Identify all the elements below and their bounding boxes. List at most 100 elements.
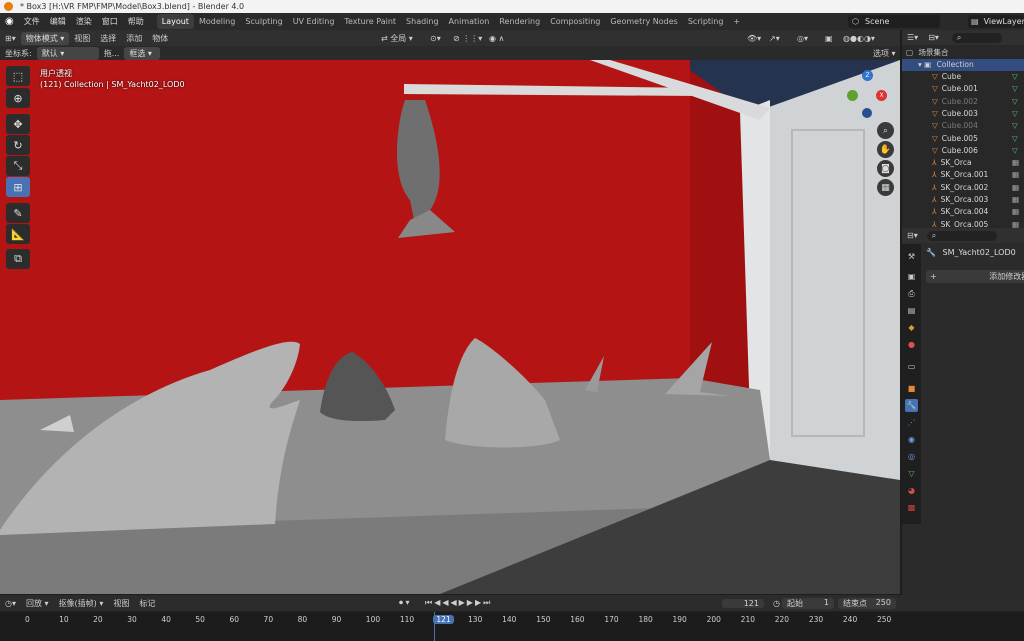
tab-geometry-nodes[interactable]: Geometry Nodes — [605, 14, 682, 29]
add-modifier-button[interactable]: + 添加修改器 — [926, 270, 1024, 283]
mesh-data-icon[interactable]: ▽ — [1012, 120, 1018, 132]
overlay-toggle-icon[interactable]: ◎▾ — [792, 34, 813, 43]
properties-search-icon[interactable]: ⌕ — [926, 230, 997, 241]
gizmo-z-axis[interactable]: Z — [862, 70, 873, 81]
scene-selector[interactable]: ⬡ Scene — [848, 15, 940, 28]
proportional-edit-icon[interactable]: ◉ ∧ — [484, 34, 509, 43]
keying-menu[interactable]: 抠像(插帧) ▾ — [54, 598, 109, 609]
rotate-icon[interactable]: ↻ — [6, 135, 30, 155]
view-layer-selector[interactable]: ▤ ViewLayer — [968, 15, 1024, 28]
particles-tab-icon[interactable]: ⋰ — [905, 416, 918, 429]
add-cube-icon[interactable]: ⧉ — [6, 249, 30, 269]
outliner-row[interactable]: ⅄ SK_Orca.002 ▦ — [902, 182, 1024, 194]
menu-file[interactable]: 文件 — [19, 13, 45, 30]
menu-add[interactable]: 添加 — [121, 33, 147, 44]
pose-data-icon[interactable]: ▦ — [1012, 194, 1019, 206]
menu-render[interactable]: 渲染 — [71, 13, 97, 30]
xray-icon[interactable]: ▣ — [820, 34, 838, 43]
gizmo-neg-z-axis[interactable] — [862, 108, 872, 118]
measure-icon[interactable]: 📐 — [6, 224, 30, 244]
navigation-gizmo[interactable]: Z X — [842, 68, 894, 120]
world-tab-icon[interactable]: ● — [905, 338, 918, 351]
modifier-tab-icon[interactable]: 🔧 — [905, 399, 918, 412]
pose-data-icon[interactable]: ▦ — [1012, 206, 1019, 218]
frame-ruler[interactable]: 0 10 20 30 40 50 60 70 80 90 100 110 121 130 140 150 160… — [0, 612, 1024, 641]
mesh-data-icon[interactable]: ▽ — [1012, 96, 1018, 108]
outliner-row[interactable]: ▽ Cube.004 ▽ — [902, 120, 1024, 132]
object-tab-icon[interactable]: ■ — [905, 382, 918, 395]
outliner-search-icon[interactable]: ⌕ — [951, 32, 1002, 43]
mesh-data-icon[interactable]: ▽ — [1012, 133, 1018, 145]
move-icon[interactable]: ✥ — [6, 114, 30, 134]
tab-sculpting[interactable]: Sculpting — [240, 14, 287, 29]
data-tab-icon[interactable]: ▽ — [905, 467, 918, 480]
texture-tab-icon[interactable]: ▩ — [905, 501, 918, 514]
collection-row[interactable]: ▾ ▣ Collection — [902, 59, 1024, 71]
material-tab-icon[interactable]: ◕ — [905, 484, 918, 497]
pivot-point-icon[interactable]: ⊙▾ — [425, 34, 446, 43]
coord-dropdown[interactable]: 默认 ▾ — [36, 46, 99, 60]
add-workspace-button[interactable]: + — [728, 14, 745, 29]
pose-data-icon[interactable]: ▦ — [1012, 169, 1019, 181]
menu-select[interactable]: 选择 — [95, 33, 121, 44]
mesh-data-icon[interactable]: ▽ — [1012, 83, 1018, 95]
mesh-data-icon[interactable]: ▽ — [1012, 145, 1018, 157]
pose-data-icon[interactable]: ▦ — [1012, 182, 1019, 194]
output-tab-icon[interactable]: ⎙ — [905, 287, 918, 300]
constraints-tab-icon[interactable]: ◎ — [905, 450, 918, 463]
timeline-view-menu[interactable]: 视图 — [108, 598, 134, 609]
pose-data-icon[interactable]: ▦ — [1012, 157, 1019, 169]
outliner-row[interactable]: ▽ Cube.006 ▽ — [902, 145, 1024, 157]
start-frame-field[interactable]: 起始 1 — [782, 597, 834, 609]
pan-hand-icon[interactable]: ✋ — [877, 141, 894, 158]
collection-tab-icon[interactable]: ▭ — [905, 360, 918, 373]
visibility-icon[interactable]: 👁▾ — [742, 34, 766, 43]
tab-modeling[interactable]: Modeling — [194, 14, 240, 29]
transform-orientation-dropdown[interactable]: ⇄ 全局 ▾ — [376, 33, 418, 44]
scene-collection-row[interactable]: ▢ 场景集合 — [902, 47, 1024, 59]
tab-layout[interactable]: Layout — [156, 14, 194, 29]
record-icon[interactable]: ⏺ ▾ — [394, 598, 415, 608]
drag-dropdown[interactable]: 框选 ▾ — [124, 46, 161, 60]
menu-object[interactable]: 物体 — [147, 33, 173, 44]
tab-uv-editing[interactable]: UV Editing — [288, 14, 340, 29]
properties-editor-icon[interactable]: ⊟▾ — [902, 231, 923, 240]
outliner-filter-icon[interactable]: ⊟▾ — [923, 33, 944, 42]
cursor-icon[interactable]: ⊕ — [6, 88, 30, 108]
tab-compositing[interactable]: Compositing — [545, 14, 605, 29]
outliner-row[interactable]: ⅄ SK_Orca.003 ▦ — [902, 194, 1024, 206]
view-layer-tab-icon[interactable]: ▤ — [905, 304, 918, 317]
physics-tab-icon[interactable]: ◉ — [905, 433, 918, 446]
transform-icon[interactable]: ⊞ — [6, 177, 30, 197]
marker-menu[interactable]: 标记 — [134, 598, 160, 609]
gizmo-x-axis[interactable]: X — [876, 90, 887, 101]
playback-menu[interactable]: 回放 ▾ — [21, 598, 54, 609]
end-frame-field[interactable]: 结束点 250 — [838, 597, 896, 609]
3d-viewport[interactable]: 用户透视 (121) Collection | SM_Yacht02_LOD0 … — [0, 60, 900, 594]
blender-menu-icon[interactable]: ◉ — [0, 13, 19, 30]
current-frame-field[interactable]: 121 — [722, 598, 764, 608]
shading-modes-icon[interactable]: ◍●◐◑▾ — [838, 34, 880, 43]
menu-edit[interactable]: 编辑 — [45, 13, 71, 30]
outliner-row[interactable]: ▽ Cube ▽ — [902, 71, 1024, 83]
annotate-icon[interactable]: ✎ — [6, 203, 30, 223]
tab-animation[interactable]: Animation — [444, 14, 495, 29]
outliner-row[interactable]: ▽ Cube.005 ▽ — [902, 133, 1024, 145]
outliner-row[interactable]: ⅄ SK_Orca ▦ — [902, 157, 1024, 169]
zoom-icon[interactable]: ⌕ — [877, 122, 894, 139]
select-box-icon[interactable]: ⬚ — [6, 66, 30, 86]
outliner-row[interactable]: ▽ Cube.001 ▽ — [902, 83, 1024, 95]
tab-texture-paint[interactable]: Texture Paint — [339, 14, 401, 29]
playback-controls-icon[interactable]: ⏮◀◀◀▶▶▶⏭ — [420, 598, 497, 608]
outliner-row[interactable]: ▽ Cube.002 ▽ — [902, 96, 1024, 108]
timeline-editor-icon[interactable]: ◷▾ — [0, 599, 21, 608]
tab-scripting[interactable]: Scripting — [683, 14, 729, 29]
pose-data-icon[interactable]: ▦ — [1012, 219, 1019, 228]
mode-selector[interactable]: 物体模式 ▾ — [20, 31, 70, 45]
outliner-row[interactable]: ▽ Cube.003 ▽ — [902, 108, 1024, 120]
editor-type-icon[interactable]: ⊞▾ — [0, 34, 21, 43]
scene-tab-icon[interactable]: ◆ — [905, 321, 918, 334]
outliner-row[interactable]: ⅄ SK_Orca.004 ▦ — [902, 206, 1024, 218]
tool-tab-icon[interactable]: ⚒ — [905, 250, 918, 263]
camera-view-icon[interactable]: ◙ — [877, 160, 894, 177]
